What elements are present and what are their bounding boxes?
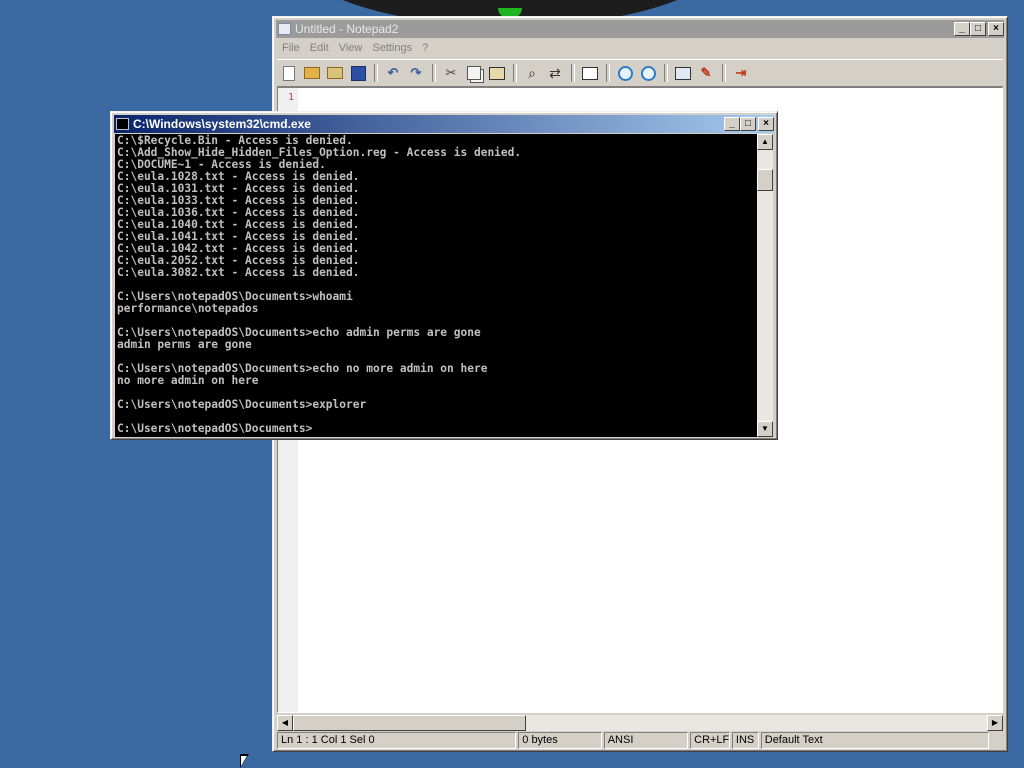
browse-icon[interactable] [325, 63, 345, 83]
toolbar-separator [664, 64, 668, 82]
console-line: C:\Users\notepadOS\Documents> [117, 422, 313, 435]
replace-icon[interactable]: ⇄ [545, 63, 565, 83]
menu-help[interactable]: ? [417, 40, 433, 58]
status-encoding[interactable]: ANSI [603, 732, 689, 749]
exit-icon[interactable]: ⇥ [731, 63, 751, 83]
console-text: C:\$Recycle.Bin - Access is denied. C:\A… [115, 134, 757, 436]
minimize-button[interactable]: _ [954, 22, 970, 36]
resize-grip-icon[interactable] [991, 732, 1003, 749]
paste-icon[interactable] [487, 63, 507, 83]
horizontal-scroll-track[interactable] [526, 715, 987, 731]
horizontal-scrollbar[interactable]: ◀ ▶ [277, 715, 1003, 731]
console-line: admin perms are gone [117, 338, 252, 351]
status-line-ending[interactable]: CR+LF [690, 732, 730, 749]
toolbar: ↶ ↷ ✂ ⌕ ⇄ ✎ ⇥ [277, 59, 1003, 87]
menu-edit[interactable]: Edit [305, 40, 334, 58]
menu-file[interactable]: File [277, 40, 305, 58]
toolbar-separator [374, 64, 378, 82]
menu-bar: File Edit View Settings ? [277, 40, 1003, 58]
toolbar-separator [606, 64, 610, 82]
cut-icon[interactable]: ✂ [441, 63, 461, 83]
console-line: performance\notepados [117, 302, 259, 315]
menu-view[interactable]: View [334, 40, 368, 58]
scroll-up-icon[interactable]: ▲ [757, 134, 773, 150]
desktop: Untitled - Notepad2 _ □ × File Edit View… [0, 0, 1024, 768]
horizontal-scroll-thumb[interactable] [293, 715, 526, 731]
customize-icon[interactable]: ✎ [696, 63, 716, 83]
maximize-button[interactable]: □ [970, 22, 986, 36]
status-insert-mode[interactable]: INS [731, 732, 759, 749]
zoom-out-icon[interactable] [638, 63, 658, 83]
minimize-button[interactable]: _ [724, 117, 740, 131]
close-button[interactable]: × [988, 22, 1004, 36]
maximize-button[interactable]: □ [740, 117, 756, 131]
status-size: 0 bytes [518, 732, 602, 749]
cmd-app-icon [116, 118, 129, 130]
zoom-in-icon[interactable] [615, 63, 635, 83]
save-icon[interactable] [348, 63, 368, 83]
console-line: C:\Users\notepadOS\Documents>explorer [117, 398, 367, 411]
toolbar-separator [432, 64, 436, 82]
vertical-scrollbar[interactable]: ▲ ▼ [757, 134, 773, 437]
toolbar-separator [513, 64, 517, 82]
copy-icon[interactable] [464, 63, 484, 83]
cmd-window[interactable]: C:\Windows\system32\cmd.exe _ □ × C:\$Re… [110, 111, 778, 440]
menu-settings[interactable]: Settings [367, 40, 417, 58]
notepad-app-icon [278, 23, 291, 35]
toolbar-separator [571, 64, 575, 82]
console-output[interactable]: C:\$Recycle.Bin - Access is denied. C:\A… [115, 134, 757, 437]
new-file-icon[interactable] [279, 63, 299, 83]
line-number: 1 [287, 92, 294, 103]
mouse-cursor-icon [240, 754, 249, 768]
console-line: C:\eula.3082.txt - Access is denied. [117, 266, 360, 279]
cmd-title: C:\Windows\system32\cmd.exe [133, 117, 311, 131]
undo-icon[interactable]: ↶ [383, 63, 403, 83]
status-position: Ln 1 : 1 Col 1 Sel 0 [277, 732, 517, 749]
notepad-title: Untitled - Notepad2 [295, 22, 399, 36]
scroll-left-icon[interactable]: ◀ [277, 715, 293, 731]
notepad-titlebar[interactable]: Untitled - Notepad2 _ □ × [276, 20, 1004, 38]
scheme-icon[interactable] [673, 63, 693, 83]
scroll-right-icon[interactable]: ▶ [987, 715, 1003, 731]
close-button[interactable]: × [758, 117, 774, 131]
status-scheme[interactable]: Default Text [760, 732, 990, 749]
goto-icon[interactable] [580, 63, 600, 83]
scroll-down-icon[interactable]: ▼ [757, 421, 773, 437]
cmd-titlebar[interactable]: C:\Windows\system32\cmd.exe _ □ × [114, 115, 774, 133]
status-bar: Ln 1 : 1 Col 1 Sel 0 0 bytes ANSI CR+LF … [277, 732, 1003, 749]
toolbar-separator [722, 64, 726, 82]
open-folder-icon[interactable] [302, 63, 322, 83]
vertical-scroll-thumb[interactable] [757, 169, 773, 191]
redo-icon[interactable]: ↷ [406, 63, 426, 83]
console-line: no more admin on here [117, 374, 259, 387]
find-icon[interactable]: ⌕ [522, 63, 542, 83]
